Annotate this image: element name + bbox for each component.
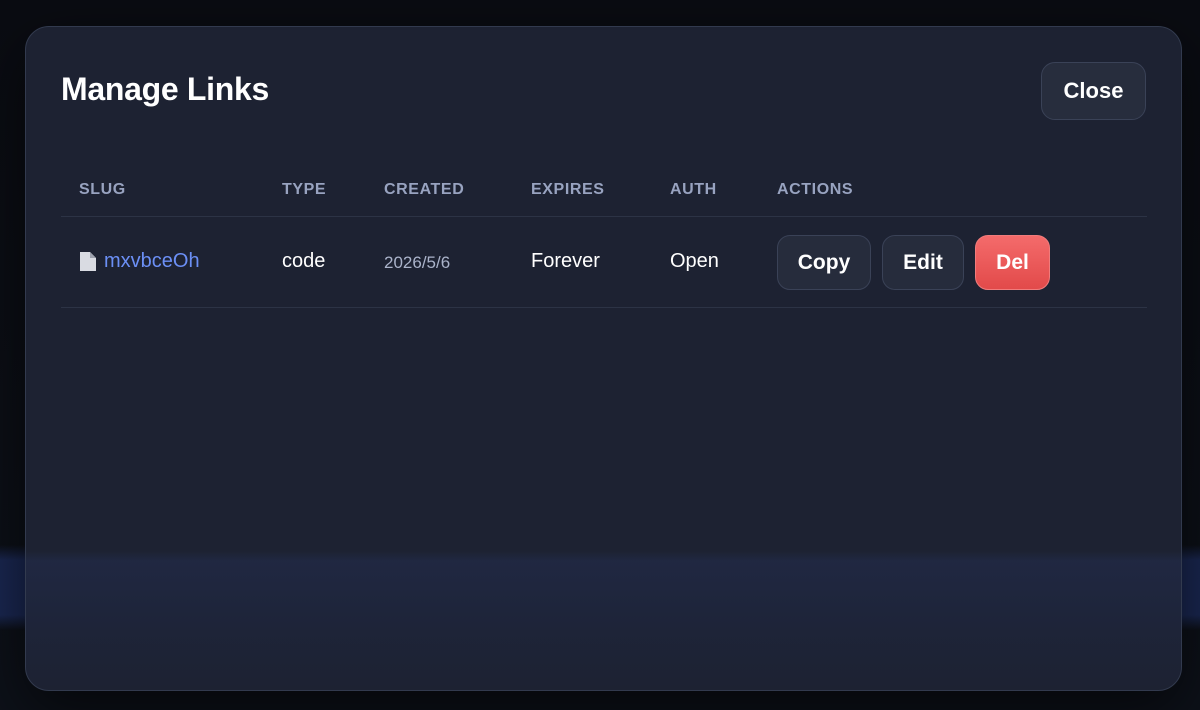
slug-cell: mxvbceOh: [79, 250, 200, 273]
delete-button[interactable]: Del: [975, 235, 1050, 290]
column-header-auth: AUTH: [670, 181, 717, 198]
manage-links-modal: Manage Links Close SLUG TYPE CREATED EXP…: [25, 26, 1182, 691]
column-header-slug: SLUG: [79, 181, 126, 198]
created-cell: 2026/5/6: [384, 253, 451, 272]
file-icon: [79, 251, 97, 272]
column-header-type: TYPE: [282, 181, 327, 198]
slug-link[interactable]: mxvbceOh: [104, 250, 200, 273]
modal-title: Manage Links: [61, 71, 270, 107]
actions-cell: Copy Edit Del: [777, 235, 1050, 290]
type-cell: code: [282, 250, 326, 272]
column-header-expires: EXPIRES: [531, 181, 605, 198]
column-header-created: CREATED: [384, 181, 465, 198]
table-header: SLUG TYPE CREATED EXPIRES AUTH ACTIONS: [61, 167, 1147, 217]
close-button[interactable]: Close: [1041, 62, 1146, 120]
column-header-actions: ACTIONS: [777, 181, 854, 198]
table-row: mxvbceOh code 2026/5/6 Forever Open Copy…: [61, 217, 1147, 308]
links-table: SLUG TYPE CREATED EXPIRES AUTH ACTIONS m…: [61, 167, 1147, 308]
copy-button[interactable]: Copy: [777, 235, 871, 290]
expires-cell: Forever: [531, 250, 600, 272]
edit-button[interactable]: Edit: [882, 235, 964, 290]
auth-cell: Open: [670, 250, 719, 272]
